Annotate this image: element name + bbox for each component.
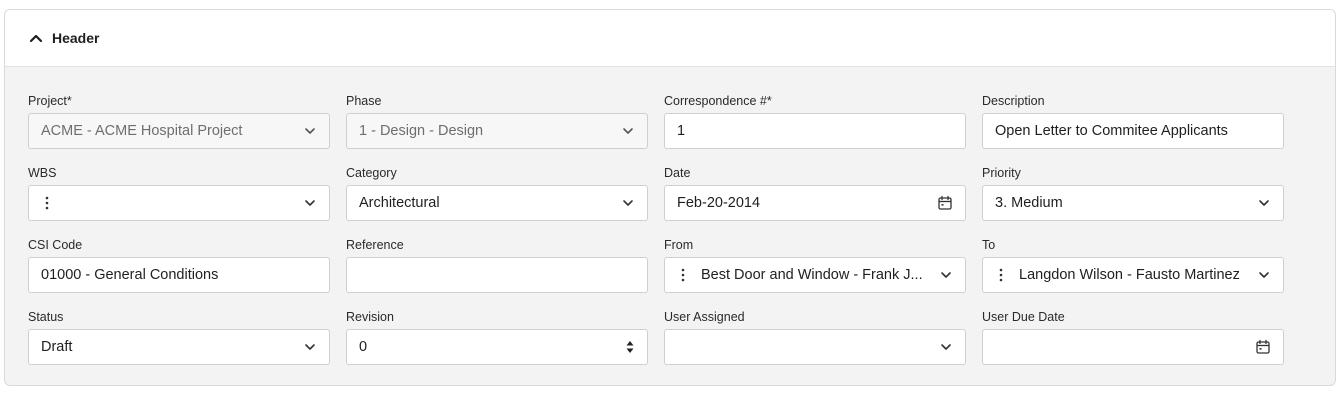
- chevron-down-icon: [623, 128, 633, 134]
- reference-label: Reference: [346, 238, 404, 252]
- chevron-down-icon: [941, 272, 951, 278]
- calendar-icon[interactable]: [1255, 339, 1271, 355]
- chevron-down-icon: [623, 200, 633, 206]
- decrement-arrow-icon[interactable]: [625, 347, 635, 355]
- to-select[interactable]: Langdon Wilson - Fausto Martinez: [982, 257, 1284, 293]
- priority-value: 3. Medium: [995, 195, 1063, 211]
- status-label: Status: [28, 310, 64, 324]
- phase-field: Phase 1 - Design - Design: [346, 93, 648, 149]
- panel-title: Header: [52, 30, 100, 46]
- increment-arrow-icon[interactable]: [625, 339, 635, 347]
- description-label: Description: [982, 94, 1045, 108]
- chevron-down-icon: [941, 344, 951, 350]
- priority-field: Priority 3. Medium: [982, 165, 1284, 221]
- category-field: Category Architectural: [346, 165, 648, 221]
- from-label: From: [664, 238, 694, 252]
- category-select[interactable]: Architectural: [346, 185, 648, 221]
- date-input[interactable]: Feb-20-2014: [664, 185, 966, 221]
- description-field: Description Open Letter to Commitee Appl…: [982, 93, 1284, 149]
- kebab-icon[interactable]: [41, 195, 53, 211]
- revision-value: 0: [359, 339, 368, 355]
- chevron-down-icon: [1259, 272, 1269, 278]
- date-value: Feb-20-2014: [677, 195, 761, 211]
- header-panel: Header Project* ACME - ACME Hospital Pro…: [4, 9, 1336, 386]
- from-value: Best Door and Window - Frank J...: [701, 267, 923, 283]
- csi-code-input[interactable]: 01000 - General Conditions: [28, 257, 330, 293]
- reference-input[interactable]: [346, 257, 648, 293]
- status-select[interactable]: Draft: [28, 329, 330, 365]
- user-assigned-select[interactable]: [664, 329, 966, 365]
- revision-stepper[interactable]: 0: [346, 329, 648, 365]
- revision-field: Revision 0: [346, 309, 648, 365]
- user-assigned-field: User Assigned: [664, 309, 966, 365]
- status-field: Status Draft: [28, 309, 330, 365]
- wbs-select[interactable]: [28, 185, 330, 221]
- project-value: ACME - ACME Hospital Project: [41, 123, 243, 139]
- description-input[interactable]: Open Letter to Commitee Applicants: [982, 113, 1284, 149]
- phase-value: 1 - Design - Design: [359, 123, 484, 139]
- header-panel-toggle[interactable]: Header: [5, 10, 1335, 67]
- to-field: To Langdon Wilson - Fausto Martinez: [982, 237, 1284, 293]
- to-label: To: [982, 238, 996, 252]
- project-label: Project*: [28, 94, 72, 108]
- project-select[interactable]: ACME - ACME Hospital Project: [28, 113, 330, 149]
- csi-code-value: 01000 - General Conditions: [41, 267, 219, 283]
- chevron-down-icon: [305, 200, 315, 206]
- wbs-label: WBS: [28, 166, 57, 180]
- chevron-up-icon: [29, 34, 43, 43]
- correspondence-input[interactable]: 1: [664, 113, 966, 149]
- category-label: Category: [346, 166, 397, 180]
- from-field: From Best Door and Window - Frank J...: [664, 237, 966, 293]
- chevron-down-icon: [305, 128, 315, 134]
- csi-code-label: CSI Code: [28, 238, 83, 252]
- phase-label: Phase: [346, 94, 382, 108]
- chevron-down-icon: [1259, 200, 1269, 206]
- csi-code-field: CSI Code 01000 - General Conditions: [28, 237, 330, 293]
- calendar-icon[interactable]: [937, 195, 953, 211]
- to-value: Langdon Wilson - Fausto Martinez: [1019, 267, 1240, 283]
- correspondence-value: 1: [677, 123, 686, 139]
- category-value: Architectural: [359, 195, 440, 211]
- revision-label: Revision: [346, 310, 394, 324]
- kebab-icon[interactable]: [995, 267, 1007, 283]
- user-due-date-input[interactable]: [982, 329, 1284, 365]
- user-due-date-field: User Due Date: [982, 309, 1284, 365]
- date-label: Date: [664, 166, 691, 180]
- spinner-arrows-icon[interactable]: [625, 339, 635, 355]
- from-select[interactable]: Best Door and Window - Frank J...: [664, 257, 966, 293]
- user-assigned-label: User Assigned: [664, 310, 745, 324]
- priority-select[interactable]: 3. Medium: [982, 185, 1284, 221]
- wbs-field: WBS: [28, 165, 330, 221]
- status-value: Draft: [41, 339, 73, 355]
- priority-label: Priority: [982, 166, 1021, 180]
- phase-select[interactable]: 1 - Design - Design: [346, 113, 648, 149]
- kebab-icon[interactable]: [677, 267, 689, 283]
- reference-field: Reference: [346, 237, 648, 293]
- chevron-down-icon: [305, 344, 315, 350]
- correspondence-field: Correspondence #* 1: [664, 93, 966, 149]
- description-value: Open Letter to Commitee Applicants: [995, 123, 1228, 139]
- date-field: Date Feb-20-2014: [664, 165, 966, 221]
- project-field: Project* ACME - ACME Hospital Project: [28, 93, 330, 149]
- user-due-date-label: User Due Date: [982, 310, 1065, 324]
- correspondence-label: Correspondence #*: [664, 94, 772, 108]
